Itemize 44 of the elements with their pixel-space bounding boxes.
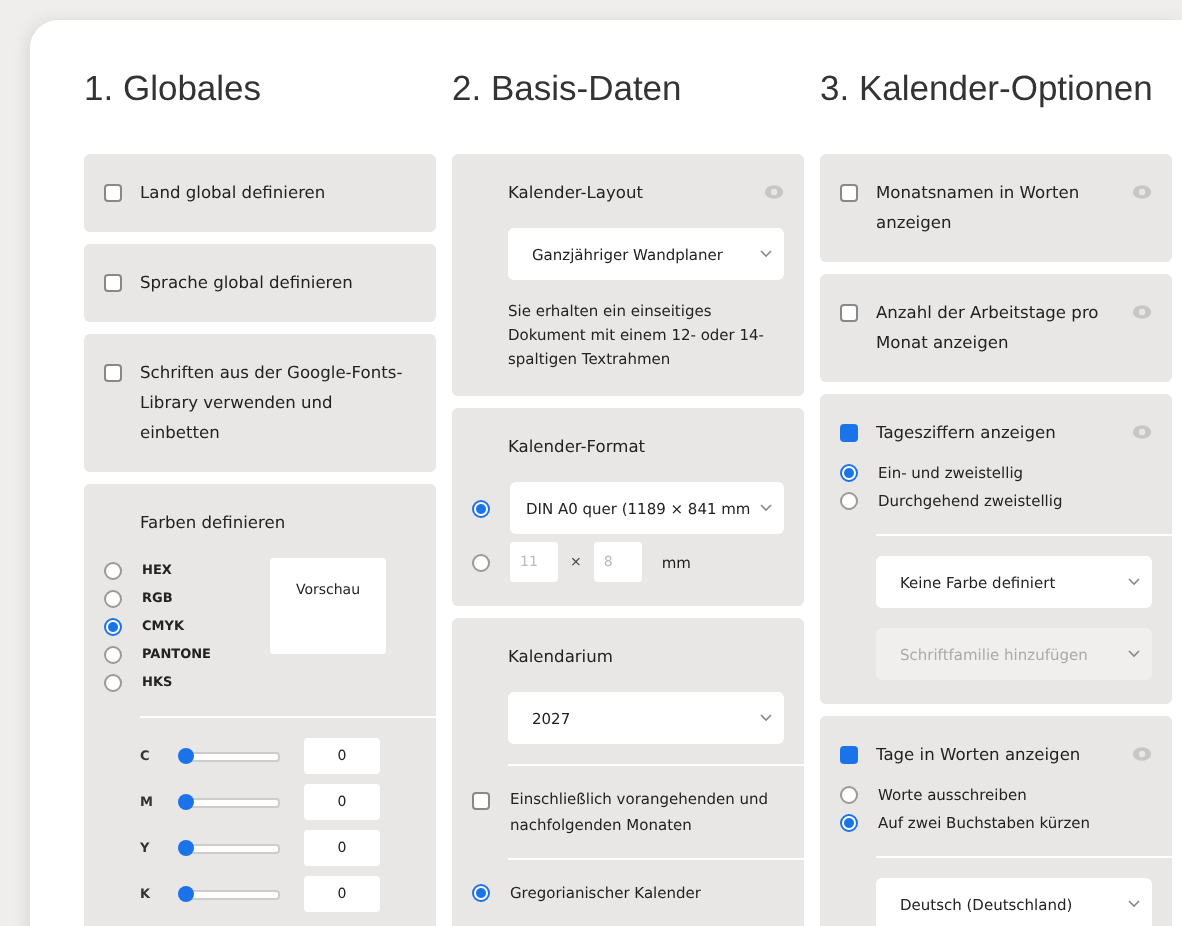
checkbox[interactable] — [840, 746, 858, 764]
option-title: Tagesziffern anzeigen — [876, 420, 1058, 446]
chevron-icon — [1128, 578, 1140, 586]
radio-button[interactable] — [472, 553, 490, 571]
slider-thumb[interactable] — [178, 793, 194, 809]
slider-thumb[interactable] — [178, 747, 194, 763]
radio-button[interactable] — [840, 492, 858, 510]
checkbox[interactable] — [104, 184, 122, 202]
option-title: Kalendarium — [508, 644, 615, 670]
radio-button[interactable] — [104, 618, 122, 636]
checkbox[interactable] — [104, 364, 122, 382]
chevron-icon — [1128, 900, 1140, 908]
option-title: Land global definieren — [140, 180, 328, 206]
option-title: Kalender-Format — [508, 434, 648, 460]
radio-button[interactable] — [104, 590, 122, 608]
chevron-icon — [760, 504, 772, 512]
checkbox[interactable] — [840, 304, 858, 322]
radio-button[interactable] — [472, 499, 490, 517]
column-heading: 3. Kalender-Optionen — [820, 68, 1155, 110]
option-title: Tage in Worten anzeigen — [876, 742, 1083, 768]
checkbox[interactable] — [472, 792, 490, 810]
slider-thumb[interactable] — [178, 839, 194, 855]
checkbox[interactable] — [104, 274, 122, 292]
option-title: Kalender-Layout — [508, 180, 645, 206]
slider-thumb[interactable] — [178, 885, 194, 901]
radio-button[interactable] — [840, 464, 858, 482]
radio-button[interactable] — [840, 814, 858, 832]
radio-button[interactable] — [472, 884, 490, 902]
chevron-icon — [1128, 650, 1140, 658]
radio-button[interactable] — [840, 786, 858, 804]
column-heading: 1. Globales — [84, 68, 264, 110]
option-title: Sprache global definieren — [140, 270, 355, 296]
radio-button[interactable] — [104, 562, 122, 580]
radio-button[interactable] — [104, 646, 122, 664]
column-heading: 2. Basis-Daten — [452, 68, 684, 110]
chevron-icon — [760, 250, 772, 258]
chevron-icon — [760, 714, 772, 722]
checkbox[interactable] — [840, 424, 858, 442]
option-title: Farben definieren — [140, 510, 288, 536]
radio-button[interactable] — [104, 674, 122, 692]
option-title: Schriften aus der Google-Fonts-Library verwenden und einbetten — [140, 360, 405, 446]
option-title: Anzahl der Arbeitstage pro Monat anzeigen — [876, 300, 1101, 356]
checkbox[interactable] — [840, 184, 858, 202]
option-title: Monatsnamen in Worten anzeigen — [876, 180, 1082, 236]
